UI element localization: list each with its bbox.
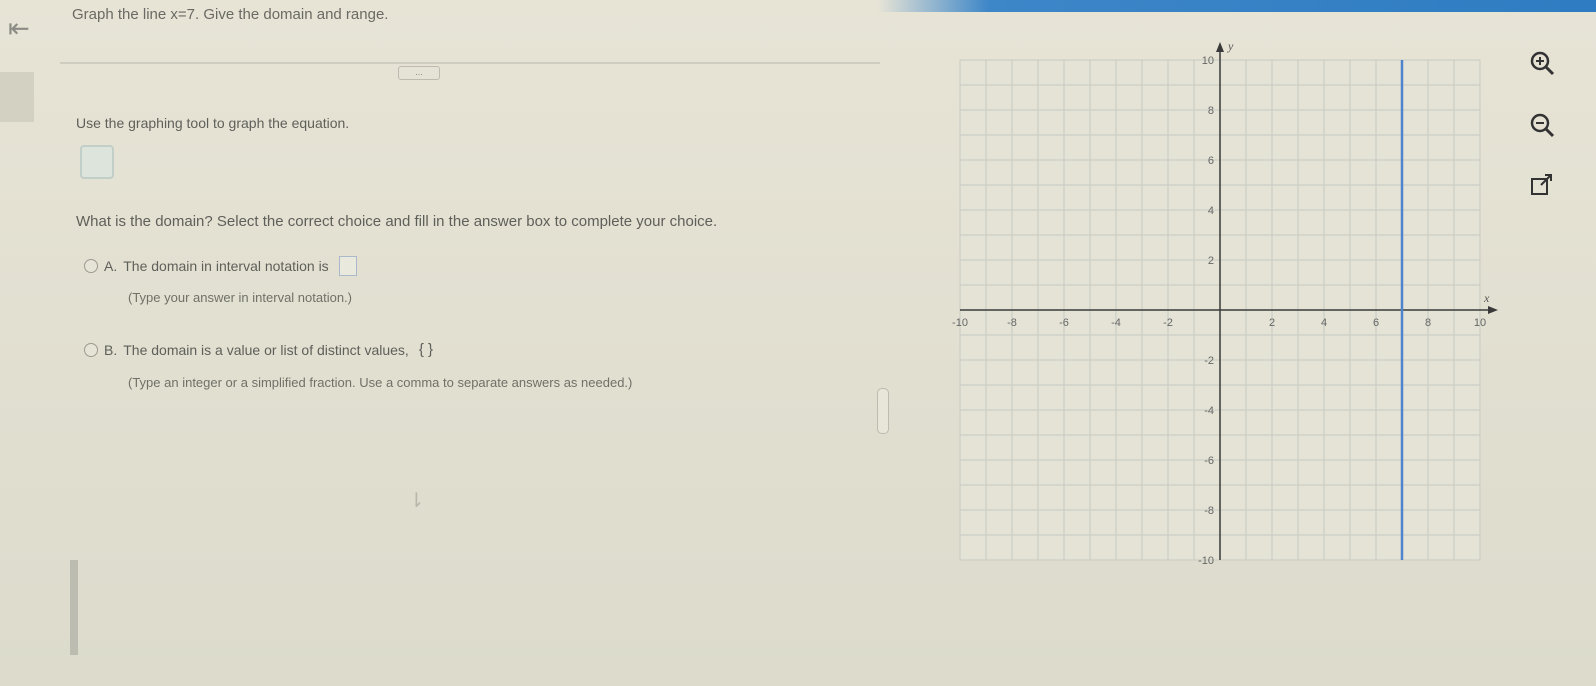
x-tick-label: 10 (1474, 317, 1486, 329)
choice-a-hint: (Type your answer in interval notation.) (128, 290, 352, 305)
y-axis-arrow (1216, 42, 1224, 52)
y-tick-label: 8 (1208, 105, 1214, 117)
choice-a-radio[interactable] (84, 259, 98, 273)
x-tick-label: 6 (1373, 317, 1379, 329)
side-scrollbar[interactable] (70, 560, 78, 655)
x-tick-label: 4 (1321, 317, 1327, 329)
x-tick-label: -6 (1059, 317, 1069, 329)
choice-b-hint: (Type an integer or a simplified fractio… (128, 375, 633, 390)
popout-icon[interactable] (1528, 172, 1556, 200)
coordinate-graph[interactable]: -10 -8 -6 -4 -2 2 4 6 8 10 -10 -8 -6 -4 -2 2 4 6 8 10 x y (930, 30, 1510, 590)
choice-b-text: The domain is a value or list of distinc… (123, 341, 409, 358)
zoom-out-icon[interactable] (1528, 112, 1556, 140)
x-tick-label: 2 (1269, 317, 1275, 329)
choice-a-letter: A. (104, 258, 118, 274)
choice-b-radio[interactable] (84, 342, 98, 357)
scroll-handle[interactable] (877, 388, 889, 434)
choice-b-answer-box[interactable]: { } (419, 341, 433, 358)
y-tick-label: 4 (1208, 205, 1214, 217)
x-axis-arrow (1488, 306, 1498, 314)
divider (60, 62, 880, 64)
choice-b-letter: B. (104, 341, 118, 358)
more-button[interactable]: ... (398, 66, 440, 80)
y-tick-label: 10 (1202, 55, 1214, 67)
instructions: Use the graphing tool to graph the equat… (76, 115, 350, 131)
problem-statement: Graph the line x=7. Give the domain and … (72, 6, 389, 23)
choice-a[interactable]: A. The domain in interval notation is (84, 256, 357, 276)
x-tick-label: -2 (1163, 317, 1173, 329)
panel-stub (0, 72, 34, 122)
y-tick-label: 2 (1208, 255, 1214, 267)
cursor-icon: ⇂ (408, 490, 425, 512)
graph-checkbox[interactable] (80, 145, 114, 179)
back-arrow-icon[interactable]: ⇤ (8, 12, 48, 44)
choice-a-text: The domain in interval notation is (123, 258, 329, 274)
x-tick-label: -4 (1111, 317, 1121, 329)
choice-a-answer-box[interactable] (338, 256, 357, 276)
x-tick-label: -8 (1007, 317, 1017, 329)
y-tick-label: -8 (1204, 505, 1214, 517)
x-tick-label: -10 (952, 317, 968, 329)
question-text: What is the domain? Select the correct c… (76, 213, 718, 230)
zoom-in-icon[interactable] (1528, 50, 1556, 78)
choice-b[interactable]: B. The domain is a value or list of dist… (84, 341, 433, 358)
y-axis-label: y (1227, 39, 1234, 53)
x-tick-label: 8 (1425, 317, 1431, 329)
x-axis-label: x (1483, 291, 1490, 305)
y-tick-label: -10 (1198, 555, 1214, 567)
y-tick-label: 6 (1208, 155, 1214, 167)
y-tick-label: -4 (1204, 405, 1214, 417)
y-tick-label: -6 (1204, 455, 1214, 467)
y-tick-label: -2 (1204, 355, 1214, 367)
